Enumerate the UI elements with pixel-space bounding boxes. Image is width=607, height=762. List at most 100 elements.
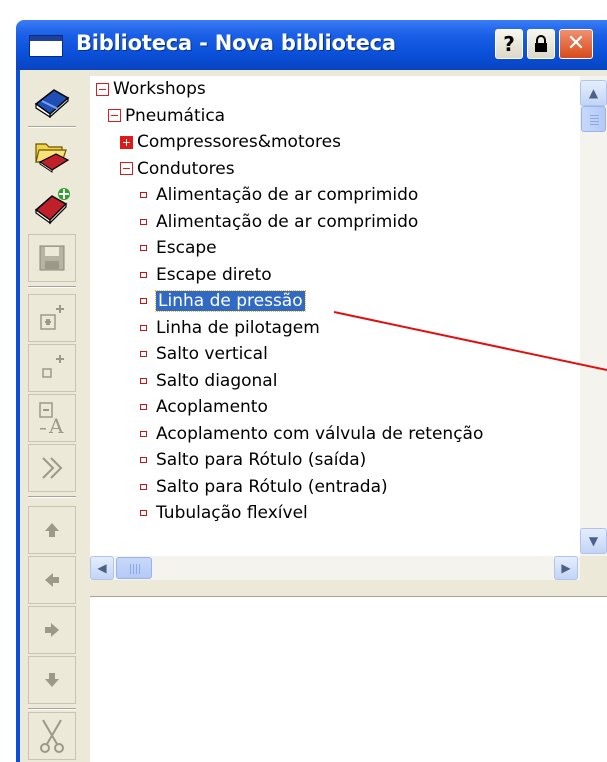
vertical-scrollbar[interactable]: ▲ ▼ <box>580 76 607 556</box>
scroll-down-button[interactable]: ▼ <box>580 528 607 554</box>
tree-item-label: Condutores <box>137 158 235 179</box>
arrow-right-icon <box>45 623 59 637</box>
leaf-bullet-icon <box>140 245 147 251</box>
arrow-down-icon <box>45 673 59 687</box>
vertical-scroll-thumb[interactable] <box>581 106 606 132</box>
grip-line <box>590 115 599 116</box>
open-library-button[interactable] <box>28 130 76 178</box>
leaf-bullet-icon <box>140 298 147 304</box>
tree-item-label: Salto diagonal <box>156 370 278 391</box>
scroll-right-button[interactable]: ▶ <box>554 556 578 580</box>
tree-item-label: Workshops <box>113 79 206 99</box>
svg-text:A: A <box>48 414 64 436</box>
tree-item-label: Alimentação de ar comprimido <box>156 211 419 232</box>
expand-button[interactable] <box>28 444 76 492</box>
tree-leaf-item[interactable]: Alimentação de ar comprimido <box>140 182 418 208</box>
title-bar[interactable]: Biblioteca - Nova biblioteca ? ✕ <box>16 20 607 70</box>
save-button[interactable] <box>28 234 76 282</box>
rename-icon: A <box>39 402 64 436</box>
tree-leaf-item[interactable]: Salto vertical <box>140 341 268 367</box>
tree-item-label: Salto vertical <box>156 344 268 364</box>
toolbar-separator <box>28 126 76 128</box>
grip-line <box>590 121 599 122</box>
leaf-bullet-icon <box>140 218 147 225</box>
horizontal-scroll-thumb[interactable] <box>116 557 152 579</box>
leaf-bullet-icon <box>140 377 147 384</box>
tree-leaf-item[interactable]: Linha de pilotagem <box>140 315 320 341</box>
tree-item-label: Pneumática <box>125 105 226 126</box>
move-down-button[interactable] <box>28 656 76 704</box>
tree-folder-item[interactable]: Condutores <box>120 156 235 182</box>
collapse-minus-icon[interactable] <box>96 82 109 96</box>
tree-leaf-item[interactable]: Alimentação de ar comprimido <box>140 209 418 235</box>
leaf-bullet-icon <box>140 483 147 490</box>
grip-line <box>590 118 599 119</box>
library-book-icon <box>34 89 70 118</box>
leaf-bullet-icon <box>140 192 147 198</box>
tree-folder-item[interactable]: Compressores&motores <box>120 129 341 155</box>
leaf-bullet-icon <box>140 324 147 331</box>
arrow-left-icon <box>45 573 59 587</box>
tree-item-label: Acoplamento com válvula de retenção <box>156 423 484 444</box>
add-item-button[interactable] <box>28 344 76 392</box>
chevron-up-icon: ▲ <box>588 86 599 100</box>
chevron-down-icon: ▼ <box>588 534 599 548</box>
open-folder-icon <box>35 143 70 173</box>
tree-item-label: Acoplamento <box>156 397 268 417</box>
tree-leaf-item[interactable]: Salto diagonal <box>140 368 277 394</box>
tree-item-label: Salto para Rótulo (saída) <box>156 450 367 470</box>
toolbar-separator <box>28 286 76 288</box>
leaf-bullet-icon <box>140 351 147 357</box>
tree-item-label: Escape <box>156 238 217 258</box>
collapse-minus-icon[interactable] <box>120 162 133 175</box>
leaf-bullet-icon <box>140 271 147 278</box>
tree-leaf-item[interactable]: Salto para Rótulo (saída) <box>140 447 366 473</box>
leaf-bullet-icon <box>140 404 147 410</box>
tree-leaf-item[interactable]: Tubulação flexível <box>140 500 308 526</box>
close-button[interactable]: ✕ <box>559 29 593 59</box>
expand-plus-icon[interactable] <box>120 135 133 149</box>
move-up-button[interactable] <box>28 506 76 554</box>
library-toolbar: A <box>20 72 90 762</box>
toolbar-separator <box>28 496 76 498</box>
help-button[interactable]: ? <box>495 29 523 59</box>
new-library-button[interactable] <box>28 182 76 230</box>
move-left-button[interactable] <box>28 556 76 604</box>
scrollbar-corner <box>580 556 607 580</box>
tree-leaf-item[interactable]: Linha de pressão <box>140 288 306 314</box>
grip-line <box>139 564 140 574</box>
rename-button[interactable]: A <box>28 394 76 442</box>
window-icon <box>30 36 62 56</box>
move-right-button[interactable] <box>28 606 76 654</box>
scroll-left-button[interactable]: ◀ <box>90 556 114 580</box>
tree-leaf-item[interactable]: Escape <box>140 235 217 261</box>
horizontal-scrollbar[interactable]: ◀ ▶ <box>90 556 580 580</box>
library-tree[interactable]: Workshops Pneumática Compressores&motores C… <box>90 76 580 556</box>
tree-item-label: Escape direto <box>156 264 272 285</box>
grip-line <box>133 564 134 574</box>
tree-item-label: Compressores&motores <box>137 132 341 152</box>
cut-button[interactable] <box>28 712 76 760</box>
double-chevron-right-icon <box>42 457 63 479</box>
lock-button[interactable] <box>527 29 555 59</box>
grip-line <box>136 564 137 574</box>
tree-item-label: Salto para Rótulo (entrada) <box>156 476 388 497</box>
library-book-button[interactable] <box>28 76 76 124</box>
chevron-left-icon: ◀ <box>97 561 107 575</box>
leaf-bullet-icon <box>140 430 147 437</box>
tree-leaf-item[interactable]: Salto para Rótulo (entrada) <box>140 474 388 500</box>
save-icon <box>39 245 65 271</box>
window-title: Biblioteca - Nova biblioteca <box>76 31 396 55</box>
tree-item-label: Linha de pressão <box>155 290 306 312</box>
tree-leaf-item[interactable]: Acoplamento com válvula de retenção <box>140 421 483 447</box>
tree-leaf-item[interactable]: Escape direto <box>140 262 272 288</box>
tree-folder-item[interactable]: Pneumática <box>108 103 225 129</box>
preview-panel <box>90 596 607 762</box>
tree-folder-item[interactable]: Workshops <box>96 76 206 102</box>
add-item-icon <box>42 355 64 378</box>
add-group-button[interactable] <box>28 294 76 342</box>
scissors-icon <box>40 719 64 753</box>
tree-leaf-item[interactable]: Acoplamento <box>140 394 268 420</box>
scroll-up-button[interactable]: ▲ <box>580 80 607 106</box>
collapse-minus-icon[interactable] <box>108 109 121 122</box>
